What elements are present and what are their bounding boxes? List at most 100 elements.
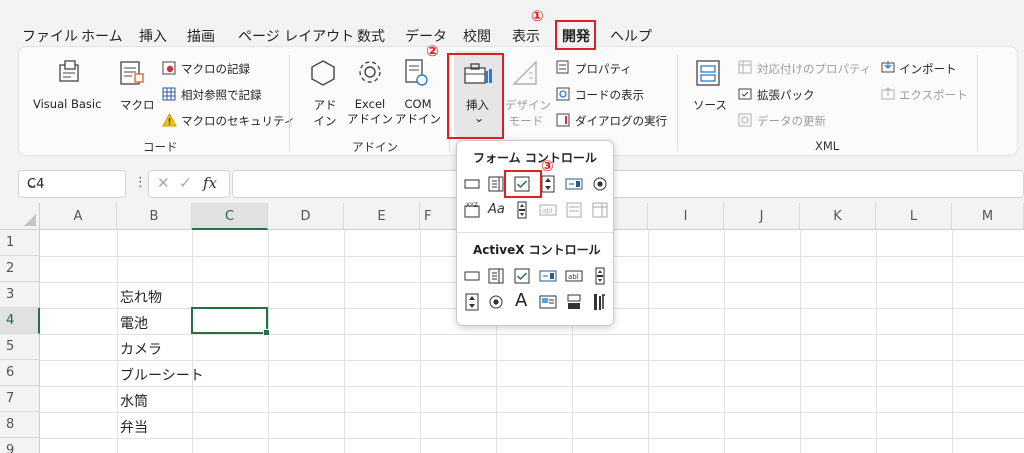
- row-header-9[interactable]: 9: [0, 438, 40, 453]
- activex-image-icon[interactable]: [539, 293, 557, 311]
- formula-buttons: ✕ ✓ fx: [148, 170, 230, 198]
- activex-toggle-button-icon[interactable]: [565, 293, 583, 311]
- run-dialog-button[interactable]: ダイアログの実行: [575, 113, 667, 129]
- row-header-7[interactable]: 7: [0, 386, 40, 412]
- properties-icon: [556, 60, 569, 74]
- column-header-b[interactable]: B: [117, 203, 192, 230]
- cell-b8[interactable]: 弁当: [120, 417, 148, 437]
- formula-input[interactable]: [232, 170, 1024, 198]
- relative-reference-button[interactable]: 相対参照で記録: [181, 87, 262, 103]
- row-header-2[interactable]: 2: [0, 256, 40, 282]
- active-cell-c4[interactable]: [191, 307, 270, 336]
- com-addins-button[interactable]: COM アドイン: [395, 97, 441, 127]
- com-addins-label-1: COM: [404, 97, 432, 111]
- refresh-data-button[interactable]: データの更新: [757, 113, 826, 129]
- insert-controls-dropdown: フォーム コントロール XYZ Aa abl ActiveX コントロール ab…: [456, 140, 614, 326]
- cell-b4[interactable]: 電池: [120, 313, 148, 333]
- tab-help[interactable]: ヘルプ: [610, 26, 652, 46]
- export-button[interactable]: エクスポート: [899, 87, 968, 103]
- form-option-button-icon[interactable]: [591, 175, 609, 193]
- activex-listbox-icon[interactable]: [539, 267, 557, 285]
- cell-b3[interactable]: 忘れ物: [120, 287, 162, 307]
- com-addin-icon: [405, 59, 428, 86]
- dropdown-divider: [457, 232, 613, 233]
- cancel-icon[interactable]: ✕: [157, 174, 170, 192]
- column-header-c[interactable]: C: [192, 203, 268, 230]
- confirm-icon[interactable]: ✓: [179, 174, 192, 192]
- cell-b5[interactable]: カメラ: [120, 339, 162, 359]
- activex-scroll-bar-icon[interactable]: [591, 267, 609, 285]
- expansion-packs-button[interactable]: 拡張パック: [757, 87, 815, 103]
- tab-draw[interactable]: 描画: [187, 26, 215, 46]
- macro-button[interactable]: マクロ: [120, 97, 155, 113]
- group-divider: [677, 55, 678, 151]
- tab-insert[interactable]: 挿入: [139, 26, 167, 46]
- row-header-3[interactable]: 3: [0, 282, 40, 308]
- form-listbox-icon[interactable]: [565, 175, 583, 193]
- select-all-corner[interactable]: [0, 203, 40, 230]
- column-header-d[interactable]: D: [268, 203, 344, 230]
- column-header-l[interactable]: L: [876, 203, 952, 230]
- visual-basic-button[interactable]: Visual Basic: [33, 97, 101, 111]
- design-mode-label-2: モード: [508, 114, 544, 128]
- chevron-down-icon[interactable]: ⌄: [27, 177, 38, 192]
- cell-b7[interactable]: 水筒: [120, 391, 148, 411]
- excel-addins-label-2: アドイン: [347, 112, 393, 126]
- activex-checkbox-icon[interactable]: [513, 267, 531, 285]
- tab-view[interactable]: 表示: [512, 26, 540, 46]
- column-header-e[interactable]: E: [344, 203, 420, 230]
- tab-page-layout[interactable]: ページ レイアウト: [238, 26, 354, 46]
- grid-line: [648, 230, 649, 453]
- activex-combobox-icon[interactable]: [487, 267, 505, 285]
- column-header-a[interactable]: A: [40, 203, 117, 230]
- relative-reference-icon: [162, 87, 176, 101]
- form-controls-title: フォーム コントロール: [473, 151, 597, 165]
- group-label-code: コード: [143, 140, 178, 154]
- activex-button-icon[interactable]: [463, 267, 481, 285]
- annotation-step-2: ②: [426, 42, 439, 60]
- map-properties-button[interactable]: 対応付けのプロパティ: [757, 61, 871, 77]
- macro-security-button[interactable]: マクロのセキュリティ: [181, 113, 295, 129]
- addins-label-2: イン: [313, 114, 337, 128]
- excel-addins-button[interactable]: Excel アドイン: [347, 97, 393, 127]
- import-button[interactable]: インポート: [899, 61, 957, 77]
- column-header-m[interactable]: M: [952, 203, 1024, 230]
- activex-textbox-icon[interactable]: abl: [565, 267, 583, 285]
- more-options-icon[interactable]: ⋮: [134, 175, 147, 190]
- column-header-i[interactable]: I: [648, 203, 724, 230]
- insert-function-icon[interactable]: fx: [203, 174, 217, 192]
- record-macro-button[interactable]: マクロの記録: [181, 61, 250, 77]
- form-button-icon[interactable]: [463, 175, 481, 193]
- form-group-box-icon[interactable]: XYZ: [463, 201, 481, 219]
- row-header-8[interactable]: 8: [0, 412, 40, 438]
- name-box[interactable]: C4 ⌄: [18, 170, 126, 198]
- more-controls-icon[interactable]: [591, 293, 609, 311]
- tab-file[interactable]: ファイル: [22, 26, 78, 46]
- column-header-k[interactable]: K: [800, 203, 876, 230]
- source-button[interactable]: ソース: [693, 97, 727, 113]
- form-combo-list-disabled-icon: [566, 202, 582, 218]
- view-code-button[interactable]: コードの表示: [575, 87, 644, 103]
- column-header-j[interactable]: J: [724, 203, 800, 230]
- source-icon: [696, 60, 720, 86]
- highlight-insert-button: [447, 53, 504, 139]
- visual-basic-icon: [59, 60, 79, 82]
- row-header-1[interactable]: 1: [0, 230, 40, 256]
- row-header-5[interactable]: 5: [0, 334, 40, 360]
- row-header-6[interactable]: 6: [0, 360, 40, 386]
- activex-label-icon[interactable]: A: [515, 290, 527, 311]
- row-header-4[interactable]: 4: [0, 308, 40, 334]
- form-label-icon[interactable]: Aa: [488, 202, 505, 217]
- form-scroll-bar-icon[interactable]: [513, 201, 531, 219]
- properties-button[interactable]: プロパティ: [575, 61, 632, 77]
- tab-review[interactable]: 校閲: [463, 26, 491, 46]
- highlight-checkbox-control: [504, 170, 542, 198]
- addins-button[interactable]: アド イン: [313, 97, 337, 129]
- cell-b6[interactable]: ブルーシート: [120, 365, 204, 385]
- activex-spin-button-icon[interactable]: [463, 293, 481, 311]
- design-mode-button[interactable]: デザイン モード: [505, 97, 551, 129]
- tab-formulas[interactable]: 数式: [357, 26, 385, 46]
- form-combobox-icon[interactable]: [487, 175, 505, 193]
- tab-home[interactable]: ホーム: [81, 26, 123, 46]
- activex-option-button-icon[interactable]: [487, 293, 505, 311]
